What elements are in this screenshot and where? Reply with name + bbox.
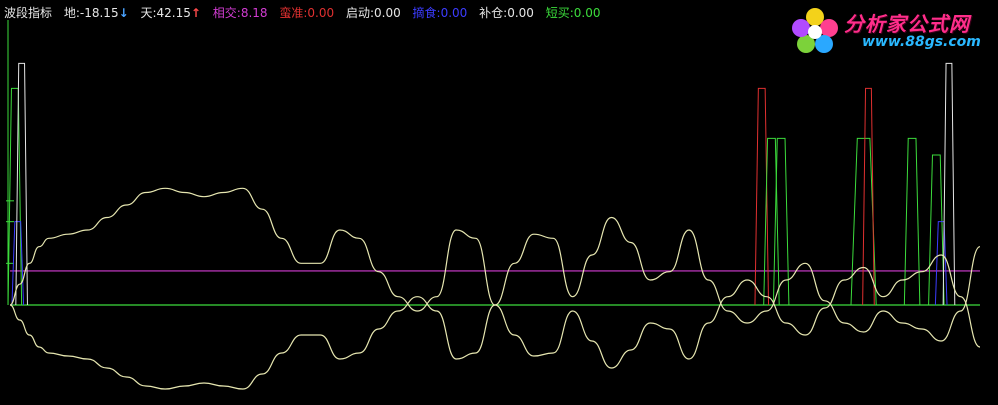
legend-label-di: 地: [63,6,80,20]
legend-value-tian: 42.15 [156,6,191,20]
signal-spike-9 [7,87,23,306]
legend-label-qidong: 启动: [345,6,374,20]
up-arrow-icon: ↑ [190,6,201,20]
legend-value-manzhun: 0.00 [307,6,335,20]
signal-spike-5 [903,137,921,306]
flower-logo-icon [792,8,838,53]
signal-spike-4 [862,87,875,306]
legend-label-xiangjiao: 相交: [212,6,241,20]
legend-label-tian: 天: [140,6,157,20]
logo-url: www.88gs.com [862,34,981,50]
indicator-name: 波段指标 [4,6,53,20]
signal-spike-7 [934,221,948,306]
indicator-chart [6,20,981,390]
down-arrow-icon: ↓ [118,6,129,20]
signal-spikes [7,62,956,306]
series-line-1 [9,254,981,390]
legend-value-qidong: 0.00 [374,6,401,20]
legend-label-manzhun: 蛮准: [279,6,308,20]
logo-title: 分析家公式网 [844,12,970,36]
legend-value-duanmai: 0.00 [573,6,601,20]
reference-lines [10,270,980,306]
legend-value-zhaishi: 0.00 [440,6,468,20]
legend-label-duanmai: 短买: [545,6,574,20]
series-lines [9,187,981,390]
legend-value-di: -18.15 [79,6,119,20]
indicator-legend: 波段指标 地:-18.15↓ 天:42.15↑ 相交:8.18 蛮准:0.00 … [4,5,601,21]
legend-value-bucang: 0.00 [507,6,534,20]
legend-label-bucang: 补仓: [479,6,508,20]
legend-label-zhaishi: 摘食: [412,6,441,20]
legend-value-xiangjiao: 8.18 [240,6,268,20]
site-logo: 分析家公式网 www.88gs.com [790,2,990,60]
series-line-0 [9,187,981,342]
